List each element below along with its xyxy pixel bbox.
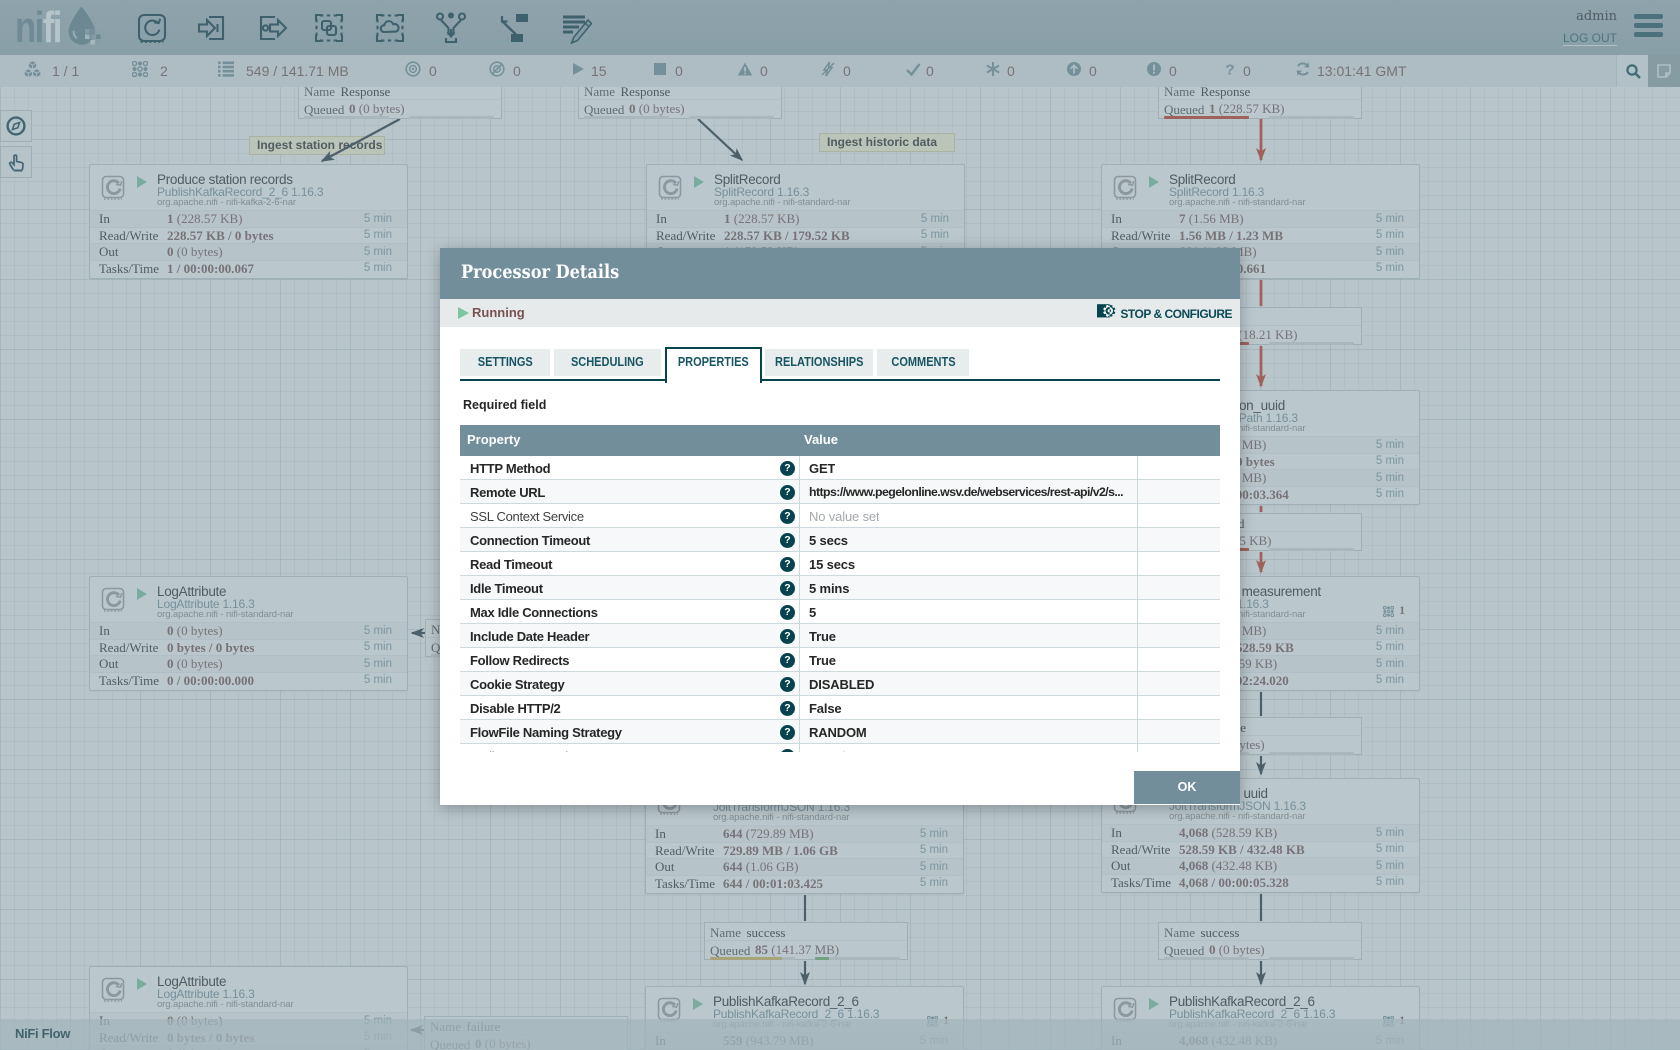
property-help-icon[interactable]: ? xyxy=(780,677,795,692)
stop-and-configure-button[interactable]: STOP & CONFIGURE xyxy=(1097,304,1232,323)
property-help-icon[interactable]: ? xyxy=(780,581,795,596)
stop-configure-icon xyxy=(1097,304,1116,323)
property-help-icon[interactable]: ? xyxy=(780,749,795,753)
tab-scheduling[interactable]: SCHEDULING xyxy=(554,349,661,376)
property-row: Max Idle Connections ? 5 xyxy=(460,600,1220,624)
property-name: Follow Redirects xyxy=(470,653,569,668)
property-row: Idle Timeout ? 5 mins xyxy=(460,576,1220,600)
property-row: Connection Timeout ? 5 secs xyxy=(460,528,1220,552)
property-name: Cookie Strategy xyxy=(470,677,564,692)
property-help-icon[interactable]: ? xyxy=(780,509,795,524)
property-row: Disable HTTP/2 ? False xyxy=(460,696,1220,720)
running-icon xyxy=(458,307,469,319)
property-row: Attributes to Send ? No value set xyxy=(460,744,1220,752)
property-row: Read Timeout ? 15 secs xyxy=(460,552,1220,576)
required-field-label: Required field xyxy=(463,398,546,412)
property-value: DISABLED xyxy=(809,677,874,692)
property-value: GET xyxy=(809,461,835,476)
dialog-tabs: SETTINGSSCHEDULINGPROPERTIESRELATIONSHIP… xyxy=(460,347,1220,381)
property-row: HTTP Method ? GET xyxy=(460,456,1220,480)
property-name: SSL Context Service xyxy=(470,509,584,524)
tab-settings[interactable]: SETTINGS xyxy=(460,349,550,376)
property-value: No value set xyxy=(809,509,879,524)
dialog-status-row: Running STOP & CONFIGURE xyxy=(440,299,1240,327)
property-name: Read Timeout xyxy=(470,557,552,572)
property-value: False xyxy=(809,701,842,716)
property-value: RANDOM xyxy=(809,725,867,740)
nifi-app: nifi admin LOG OUT 1 / 12549 / 141.71 MB… xyxy=(0,0,1680,1050)
tab-properties[interactable]: PROPERTIES xyxy=(665,347,762,383)
property-help-icon[interactable]: ? xyxy=(780,653,795,668)
property-name: Include Date Header xyxy=(470,629,589,644)
property-row: SSL Context Service ? No value set xyxy=(460,504,1220,528)
property-name: Connection Timeout xyxy=(470,533,590,548)
property-help-icon[interactable]: ? xyxy=(780,725,795,740)
property-value: 15 secs xyxy=(809,557,855,572)
property-row: Cookie Strategy ? DISABLED xyxy=(460,672,1220,696)
ok-button[interactable]: OK xyxy=(1134,771,1240,804)
value-column-header: Value xyxy=(804,432,838,447)
property-value: 5 mins xyxy=(809,581,849,596)
run-status-label: Running xyxy=(472,305,525,320)
property-help-icon[interactable]: ? xyxy=(780,605,795,620)
property-help-icon[interactable]: ? xyxy=(780,701,795,716)
dialog-body: SETTINGSSCHEDULINGPROPERTIESRELATIONSHIP… xyxy=(440,327,1240,805)
property-name: Remote URL xyxy=(470,485,545,500)
property-help-icon[interactable]: ? xyxy=(780,557,795,572)
property-value: 5 xyxy=(809,605,816,620)
processor-details-dialog: Processor Details Running STOP & CONFIGU… xyxy=(440,248,1240,805)
property-value: https://www.pegelonline.wsv.de/webservic… xyxy=(809,485,1123,499)
property-row: Follow Redirects ? True xyxy=(460,648,1220,672)
property-name: Attributes to Send xyxy=(470,749,568,753)
property-row: FlowFile Naming Strategy ? RANDOM xyxy=(460,720,1220,744)
property-name: FlowFile Naming Strategy xyxy=(470,725,622,740)
property-row: Remote URL ? https://www.pegelonline.wsv… xyxy=(460,480,1220,504)
property-help-icon[interactable]: ? xyxy=(780,461,795,476)
tab-relationships[interactable]: RELATIONSHIPS xyxy=(765,349,873,376)
property-help-icon[interactable]: ? xyxy=(780,629,795,644)
tab-comments[interactable]: COMMENTS xyxy=(877,349,969,376)
dialog-title: Processor Details xyxy=(461,261,619,283)
dialog-header: Processor Details xyxy=(440,248,1240,299)
property-name: Max Idle Connections xyxy=(470,605,598,620)
property-column-header: Property xyxy=(467,432,520,447)
properties-table-header: Property Value xyxy=(460,425,1220,456)
property-help-icon[interactable]: ? xyxy=(780,533,795,548)
property-name: Disable HTTP/2 xyxy=(470,701,560,716)
property-value: True xyxy=(809,629,836,644)
property-help-icon[interactable]: ? xyxy=(780,485,795,500)
property-value: True xyxy=(809,653,836,668)
property-value: No value set xyxy=(809,749,879,753)
property-row: Include Date Header ? True xyxy=(460,624,1220,648)
properties-table: Property Value HTTP Method ? GET Remote … xyxy=(460,425,1220,752)
property-value: 5 secs xyxy=(809,533,848,548)
property-name: Idle Timeout xyxy=(470,581,543,596)
property-name: HTTP Method xyxy=(470,461,550,476)
